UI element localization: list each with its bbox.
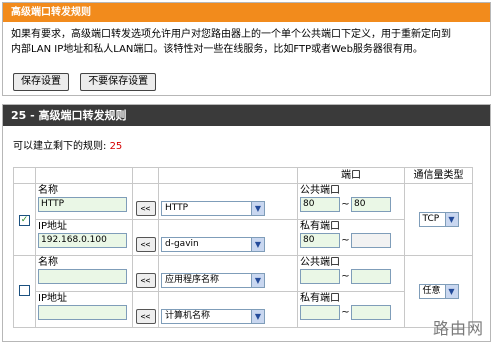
rule-2-private-port-end[interactable] <box>351 305 391 320</box>
rule-2-private-port-label: 私有端口 <box>300 293 340 304</box>
rule-1-computer-select-value: d-gavin <box>165 239 199 249</box>
rule-2-ip-label: IP地址 <box>38 293 67 304</box>
rule-2-traffic-type-value: 任意 <box>422 286 441 296</box>
chevron-down-icon: ▼ <box>444 213 458 226</box>
chevron-down-icon: ▼ <box>251 310 264 323</box>
rule-1-name-cell: 名称 HTTP <box>35 183 133 220</box>
rule-1-name-label: 名称 <box>38 185 58 196</box>
rule-2-checkbox[interactable] <box>19 284 30 296</box>
rules-table-header: 端口 通信量类型 <box>13 167 473 184</box>
rules-panel: 25 - 高级端口转发规则 可以建立剩下的规则: 25 端口 通信量类型 ✓ 名… <box>2 104 491 342</box>
table-row: 名称 << 应用程序名称 ▼ 公共端口 ~ 任意 ▼ <box>13 255 473 328</box>
rule-1-traffic-cell: TCP ▼ <box>404 183 473 256</box>
rule-2-ip-cell: IP地址 <box>35 291 133 328</box>
rule-1-checkbox[interactable]: ✓ <box>19 214 30 226</box>
rule-2-app-select-cell: 应用程序名称 ▼ <box>158 255 298 292</box>
chevron-down-icon: ▼ <box>251 238 264 251</box>
rule-1-traffic-type-value: TCP <box>422 214 440 224</box>
rule-1-public-port-label: 公共端口 <box>300 185 340 196</box>
rule-2-ip-field[interactable] <box>38 305 127 320</box>
rule-1-app-select-value: HTTP <box>165 203 189 213</box>
header-empty-select <box>158 167 298 184</box>
rule-2-public-port-cell: 公共端口 ~ <box>297 255 405 292</box>
rules-panel-title: 25 - 高级端口转发规则 <box>3 105 490 126</box>
rule-1-ip-cell: IP地址 192.168.0.100 <box>35 219 133 256</box>
remaining-rules: 可以建立剩下的规则: 25 <box>13 137 122 152</box>
rule-1-app-select[interactable]: HTTP ▼ <box>161 201 265 216</box>
port-range-separator: ~ <box>341 307 350 318</box>
rule-2-arrow-cell: << <box>132 255 159 292</box>
rule-1-private-port-label: 私有端口 <box>300 221 340 232</box>
rule-1-app-select-cell: HTTP ▼ <box>158 183 298 220</box>
chevron-down-icon: ▼ <box>251 274 264 287</box>
rule-1-computer-select[interactable]: d-gavin ▼ <box>161 237 265 252</box>
rule-1-private-port-end[interactable] <box>351 233 391 248</box>
port-range-separator: ~ <box>341 271 350 282</box>
description-line-2: 内部LAN IP地址和私人LAN端口。该特性对一些在线服务，比如FTP或者Web… <box>11 44 423 55</box>
rule-1-check-cell: ✓ <box>13 183 36 256</box>
rule-1-arrow2-cell: << <box>132 219 159 256</box>
rule-2-public-port-end[interactable] <box>351 269 391 284</box>
watermark: 路由网 <box>432 319 484 338</box>
port-range-separator: ~ <box>341 199 350 210</box>
panel-description: 如果有要求，高级端口转发选项允许用户对您路由器上的一个单个公共端口下定义，用于重… <box>3 22 490 57</box>
rule-2-public-port-start[interactable] <box>300 269 340 284</box>
action-buttons: 保存设置 不要保存设置 <box>13 73 164 91</box>
header-empty-arrow <box>132 167 159 184</box>
header-empty-name <box>35 167 133 184</box>
rule-2-arrow2-cell: << <box>132 291 159 328</box>
remaining-rules-label: 可以建立剩下的规则: <box>13 141 110 152</box>
rule-2-computer-select-cell: 计算机名称 ▼ <box>158 291 298 328</box>
rule-1-traffic-type-select[interactable]: TCP ▼ <box>418 212 459 227</box>
remaining-rules-count: 25 <box>109 141 123 152</box>
rule-2-private-port-cell: 私有端口 ~ <box>297 291 405 328</box>
rule-2-app-fill-button[interactable]: << <box>135 273 156 288</box>
header-traffic-type: 通信量类型 <box>404 167 473 184</box>
rule-2-traffic-type-select[interactable]: 任意 ▼ <box>418 284 459 299</box>
rule-1-private-port-cell: 私有端口 80 ~ <box>297 219 405 256</box>
table-row: ✓ 名称 HTTP << HTTP ▼ 公共端口 80 ~80 TCP ▼ <box>13 183 473 256</box>
rule-1-computer-select-cell: d-gavin ▼ <box>158 219 298 256</box>
rule-1-app-fill-button[interactable]: << <box>135 201 156 216</box>
rule-1-ip-field[interactable]: 192.168.0.100 <box>38 233 127 248</box>
rule-1-public-port-end[interactable]: 80 <box>351 197 391 212</box>
rule-2-app-select-value: 应用程序名称 <box>165 275 220 285</box>
rule-2-computer-select[interactable]: 计算机名称 ▼ <box>161 309 265 324</box>
table-row: IP地址 << 计算机名称 ▼ 私有端口 ~ <box>14 291 473 328</box>
description-line-1: 如果有要求，高级端口转发选项允许用户对您路由器上的一个单个公共端口下定义，用于重… <box>11 29 451 40</box>
rule-1-private-port-start[interactable]: 80 <box>300 233 340 248</box>
header-empty-check <box>13 167 36 184</box>
panel-title: 高级端口转发规则 <box>3 3 490 22</box>
rule-2-app-select[interactable]: 应用程序名称 ▼ <box>161 273 265 288</box>
rule-2-public-port-label: 公共端口 <box>300 257 340 268</box>
chevron-down-icon: ▼ <box>444 285 458 298</box>
table-row: IP地址 192.168.0.100 << d-gavin ▼ 私有端口 80 ~ <box>14 219 473 256</box>
save-settings-button[interactable]: 保存设置 <box>13 73 69 91</box>
dont-save-settings-button[interactable]: 不要保存设置 <box>80 73 157 91</box>
rule-2-name-label: 名称 <box>38 257 58 268</box>
rule-2-computer-fill-button[interactable]: << <box>135 309 156 324</box>
rule-2-computer-select-value: 计算机名称 <box>165 311 211 321</box>
rule-2-name-field[interactable] <box>38 269 127 284</box>
port-range-separator: ~ <box>341 235 350 246</box>
rules-table: 端口 通信量类型 ✓ 名称 HTTP << HTTP ▼ 公共端口 80 ~ 8… <box>13 167 473 328</box>
rule-1-computer-fill-button[interactable]: << <box>135 237 156 252</box>
rule-1-arrow-cell: << <box>132 183 159 220</box>
rule-2-private-port-start[interactable] <box>300 305 340 320</box>
rule-2-name-cell: 名称 <box>35 255 133 292</box>
header-port: 端口 <box>297 167 405 184</box>
rule-2-check-cell <box>13 255 36 328</box>
rule-1-public-port-start[interactable]: 80 <box>300 197 340 212</box>
chevron-down-icon: ▼ <box>251 202 264 215</box>
rule-1-ip-label: IP地址 <box>38 221 67 232</box>
rule-1-public-port-cell: 公共端口 80 ~80 <box>297 183 405 220</box>
advanced-forwarding-panel: 高级端口转发规则 如果有要求，高级端口转发选项允许用户对您路由器上的一个单个公共… <box>2 2 491 96</box>
rule-1-name-field[interactable]: HTTP <box>38 197 127 212</box>
